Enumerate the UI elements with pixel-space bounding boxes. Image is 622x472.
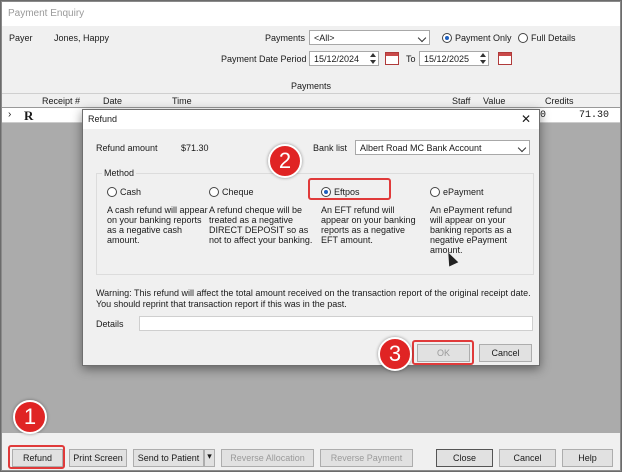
payer-label: Payer <box>9 33 33 43</box>
callout-badge-1: 1 <box>13 400 47 434</box>
ok-highlight <box>412 340 474 365</box>
date-from-value: 15/12/2024 <box>314 54 360 64</box>
chevron-down-icon <box>417 33 427 43</box>
window-title: Payment Enquiry <box>8 8 85 19</box>
details-label: Details <box>96 319 124 329</box>
bank-list-select[interactable]: Albert Road MC Bank Account <box>355 140 530 155</box>
refund-warning: Warning: This refund will affect the tot… <box>96 288 531 309</box>
refund-amount-value: $71.30 <box>181 143 209 153</box>
bottom-toolbar: Refund Print Screen Send to Patient ▾ Re… <box>2 433 620 470</box>
cheque-label: Cheque <box>222 187 254 197</box>
callout-badge-2: 2 <box>268 144 302 178</box>
send-to-patient-button[interactable]: Send to Patient <box>133 449 204 467</box>
cheque-radio[interactable] <box>209 187 219 197</box>
eftpos-description: An EFT refund will appear on your bankin… <box>321 205 416 245</box>
cash-label: Cash <box>120 187 142 197</box>
cancel-button[interactable]: Cancel <box>499 449 556 467</box>
dialog-title-bar: Refund ✕ <box>83 110 539 129</box>
cheque-description: A refund cheque will be treated as a neg… <box>209 205 313 245</box>
calendar-icon[interactable] <box>385 52 399 65</box>
reverse-allocation-button[interactable]: Reverse Allocation <box>221 449 314 467</box>
full-details-radio[interactable] <box>518 33 528 43</box>
cash-radio[interactable] <box>107 187 117 197</box>
dialog-title: Refund <box>88 114 118 124</box>
help-button[interactable]: Help <box>562 449 613 467</box>
payer-value: Jones, Happy <box>54 33 110 43</box>
col-value[interactable]: Value <box>483 96 505 106</box>
payments-select[interactable]: <All> <box>309 30 430 45</box>
dialog-cancel-button[interactable]: Cancel <box>479 344 532 362</box>
col-date[interactable]: Date <box>103 96 122 106</box>
epayment-description: An ePayment refund will appear on your b… <box>430 205 513 255</box>
details-input[interactable] <box>139 316 533 331</box>
payment-only-radio[interactable] <box>442 33 452 43</box>
callout-badge-3: 3 <box>378 337 412 371</box>
epayment-label: ePayment <box>443 187 484 197</box>
refund-highlight <box>8 445 65 469</box>
row-expand-icon[interactable]: › <box>8 109 11 120</box>
row-marker: R <box>24 108 34 123</box>
bank-list-value: Albert Road MC Bank Account <box>360 143 482 153</box>
title-bar: Payment Enquiry <box>2 2 620 26</box>
cash-description: A cash refund will appear on your bankin… <box>107 205 208 245</box>
refund-dialog: Refund ✕ Refund amount $71.30 Bank list … <box>82 109 540 366</box>
col-receipt[interactable]: Receipt # <box>42 96 80 106</box>
date-to-value: 15/12/2025 <box>424 54 470 64</box>
payments-band: Payments <box>2 79 620 94</box>
send-dropdown-button[interactable]: ▾ <box>204 449 215 467</box>
bank-list-label: Bank list <box>313 143 348 153</box>
date-to-spinner-icon[interactable] <box>479 51 488 66</box>
epayment-radio[interactable] <box>430 187 440 197</box>
col-time[interactable]: Time <box>172 96 192 106</box>
reverse-payment-button[interactable]: Reverse Payment <box>320 449 413 467</box>
refund-amount-label: Refund amount <box>96 143 158 153</box>
date-from-spinner-icon[interactable] <box>369 51 378 66</box>
payments-select-value: <All> <box>314 33 335 43</box>
row-credits: 71.30 <box>579 110 610 121</box>
calendar-icon[interactable] <box>498 52 512 65</box>
chevron-down-icon <box>517 143 527 153</box>
chevron-down-icon: ▾ <box>207 451 212 461</box>
full-details-label: Full Details <box>531 33 576 43</box>
close-button[interactable]: Close <box>436 449 493 467</box>
to-label: To <box>406 54 416 64</box>
close-icon[interactable]: ✕ <box>521 112 531 126</box>
col-staff[interactable]: Staff <box>452 96 470 106</box>
payments-label: Payments <box>265 33 306 43</box>
period-label: Payment Date Period <box>221 54 307 64</box>
grid-header: Receipt # Date Time Staff Value Credits <box>2 94 620 108</box>
eftpos-highlight <box>308 178 391 200</box>
row-value: 0 <box>540 110 547 121</box>
method-label: Method <box>102 168 137 178</box>
print-screen-button[interactable]: Print Screen <box>69 449 127 467</box>
col-credits[interactable]: Credits <box>545 96 574 106</box>
payment-only-label: Payment Only <box>455 33 512 43</box>
